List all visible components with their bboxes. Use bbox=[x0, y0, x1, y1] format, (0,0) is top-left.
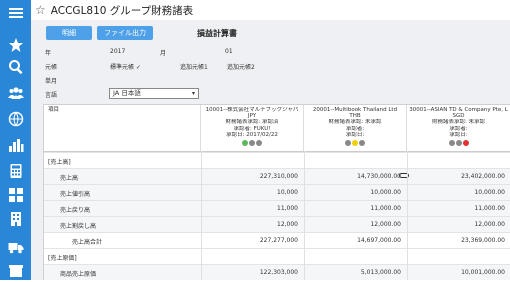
month-label: 月 bbox=[160, 50, 167, 57]
year-label: 年 bbox=[45, 50, 52, 57]
row-value-cell[interactable]: 14,730,000.00 bbox=[304, 173, 401, 180]
row-value-cell[interactable]: 11,000.00 bbox=[407, 205, 505, 212]
row-value-cell[interactable]: 11,000 bbox=[201, 205, 298, 212]
language-select[interactable]: JA 日本語 ▾ bbox=[109, 88, 199, 99]
company-header: 30001--ASIAN TD & Company Pte, L SGD 財務諸表承… bbox=[407, 105, 510, 151]
row-value-cell[interactable]: 23,402,000.00 bbox=[407, 173, 505, 180]
users-icon[interactable] bbox=[0, 82, 31, 104]
row-value-cell[interactable]: 10,001,000.00 bbox=[407, 269, 505, 276]
search-icon[interactable] bbox=[0, 56, 31, 78]
company-date: 承認日: bbox=[345, 131, 365, 138]
item-header: 項目 bbox=[48, 107, 60, 113]
row-value-cell[interactable]: 12,000.00 bbox=[304, 221, 401, 228]
status-dot[interactable] bbox=[352, 140, 358, 147]
report-title: 損益計算書 bbox=[197, 29, 237, 38]
status-dot[interactable] bbox=[462, 140, 469, 147]
row-value-cell[interactable]: 12,000 bbox=[201, 221, 298, 228]
company-date: 承認日: bbox=[449, 131, 468, 138]
file-output-button[interactable]: ファイル出力 bbox=[97, 26, 153, 40]
row-value-cell[interactable]: 122,303,000 bbox=[201, 269, 298, 276]
company-header: 20001--Multibook Thailand Ltd THB 財務諸表承認: … bbox=[304, 105, 407, 151]
table-row: 商品売上原価 122,303,000 5,013,000.00 10,001,000.… bbox=[44, 264, 510, 280]
chevron-down-icon: ▾ bbox=[191, 90, 195, 97]
row-account-name: [売上原価] bbox=[48, 255, 77, 262]
row-account-name: 売上高 bbox=[60, 175, 79, 182]
row-account-name: 売上高合計 bbox=[72, 239, 103, 246]
building-icon[interactable] bbox=[0, 208, 31, 230]
row-value-cell[interactable]: 227,310,000 bbox=[201, 173, 298, 180]
row-value-cell[interactable]: 11,000.00 bbox=[304, 205, 401, 212]
status-dot[interactable] bbox=[359, 140, 365, 147]
year-value[interactable]: 2017 bbox=[110, 48, 125, 55]
approval-status-dots bbox=[304, 140, 406, 147]
detail-button[interactable]: 明細 bbox=[46, 26, 92, 40]
page-title: ACCGL810 グループ財務諸表 bbox=[50, 4, 194, 17]
status-dot[interactable] bbox=[455, 140, 462, 147]
table-row: [売上高] bbox=[44, 152, 510, 168]
row-value-cell[interactable]: 23,369,000.00 bbox=[407, 237, 505, 244]
title-bar: ☆ ACCGL810 グループ財務諸表 bbox=[31, 0, 510, 20]
row-value-cell[interactable]: 10,000.00 bbox=[407, 189, 505, 196]
language-select-value: JA 日本語 bbox=[113, 89, 141, 97]
box-icon[interactable] bbox=[0, 260, 31, 282]
row-value-cell[interactable]: 10,000.00 bbox=[304, 189, 401, 196]
row-account-name: [売上高] bbox=[48, 159, 71, 166]
row-value-cell[interactable]: 10,000 bbox=[201, 189, 298, 196]
row-value-cell[interactable]: 14,697,000.00 bbox=[304, 237, 401, 244]
calculator-icon[interactable] bbox=[0, 160, 31, 182]
table-row: 売上高 227,310,000 14,730,000.00 23,402,000.00 bbox=[44, 168, 510, 184]
status-dot[interactable] bbox=[345, 140, 351, 147]
row-value-cell[interactable]: 227,277,000 bbox=[201, 237, 298, 244]
table-row: [売上原価] bbox=[44, 248, 510, 264]
status-dot[interactable] bbox=[249, 140, 255, 147]
status-dot[interactable] bbox=[242, 140, 248, 147]
column-divider bbox=[201, 151, 202, 280]
sidebar bbox=[0, 0, 31, 280]
menu-icon[interactable] bbox=[0, 2, 31, 24]
grid-icon[interactable] bbox=[0, 184, 31, 206]
financial-table: 項目 10001--株式会社マルチブックジャパ JPY 財務諸表承認: 承認済 承認者… bbox=[43, 104, 510, 280]
month-value[interactable]: 01 bbox=[225, 48, 233, 55]
company-header: 10001--株式会社マルチブックジャパ JPY 財務諸表承認: 承認済 承認者: F… bbox=[201, 105, 304, 151]
ledger-standard-checkbox[interactable]: 標準元帳 ✓ bbox=[110, 62, 141, 71]
table-row: 売上値引高 10,000 10,000.00 10,000.00 bbox=[44, 184, 510, 200]
row-account-name: 売上値引高 bbox=[60, 191, 91, 198]
ledger-label: 元帳 bbox=[45, 64, 58, 71]
status-dot[interactable] bbox=[256, 140, 262, 147]
bar-chart-icon[interactable] bbox=[0, 134, 31, 156]
row-account-name: 売上戻り高 bbox=[60, 207, 91, 214]
single-month-label: 単月 bbox=[45, 78, 58, 85]
table-row: 売上戻り高 11,000 11,000.00 11,000.00 bbox=[44, 200, 510, 216]
globe-currency-icon[interactable] bbox=[0, 108, 31, 130]
column-divider bbox=[304, 151, 305, 280]
main-panel: 明細 ファイル出力 損益計算書 年 2017 月 01 元帳 標準元帳 ✓ 追加… bbox=[31, 20, 510, 280]
company-date: 承認日: 2017/02/22 bbox=[226, 131, 278, 138]
truck-icon[interactable] bbox=[0, 236, 31, 258]
row-value-cell[interactable]: 5,013,000.00 bbox=[304, 269, 401, 276]
row-value-cell[interactable]: 12,000.00 bbox=[407, 221, 505, 228]
item-header-cell: 項目 bbox=[44, 105, 201, 151]
row-account-name: 商品売上原価 bbox=[60, 271, 97, 278]
favorite-star-icon[interactable]: ☆ bbox=[35, 3, 46, 17]
column-divider bbox=[407, 151, 408, 280]
status-dot[interactable] bbox=[448, 140, 455, 147]
approval-status-dots bbox=[407, 140, 510, 147]
ledger-additional1-checkbox[interactable]: 追加元帳1 bbox=[180, 62, 208, 71]
row-account-name: 売上割戻し高 bbox=[60, 223, 97, 230]
ledger-additional2-checkbox[interactable]: 追加元帳2 bbox=[227, 62, 255, 71]
approval-status-dots bbox=[201, 140, 303, 147]
table-row: 売上高合計 227,277,000 14,697,000.00 23,369,000.… bbox=[44, 232, 510, 248]
language-label: 言語 bbox=[45, 92, 58, 99]
table-row: 売上割戻し高 12,000 12,000.00 12,000.00 bbox=[44, 216, 510, 232]
favorites-star-icon[interactable] bbox=[0, 34, 31, 56]
